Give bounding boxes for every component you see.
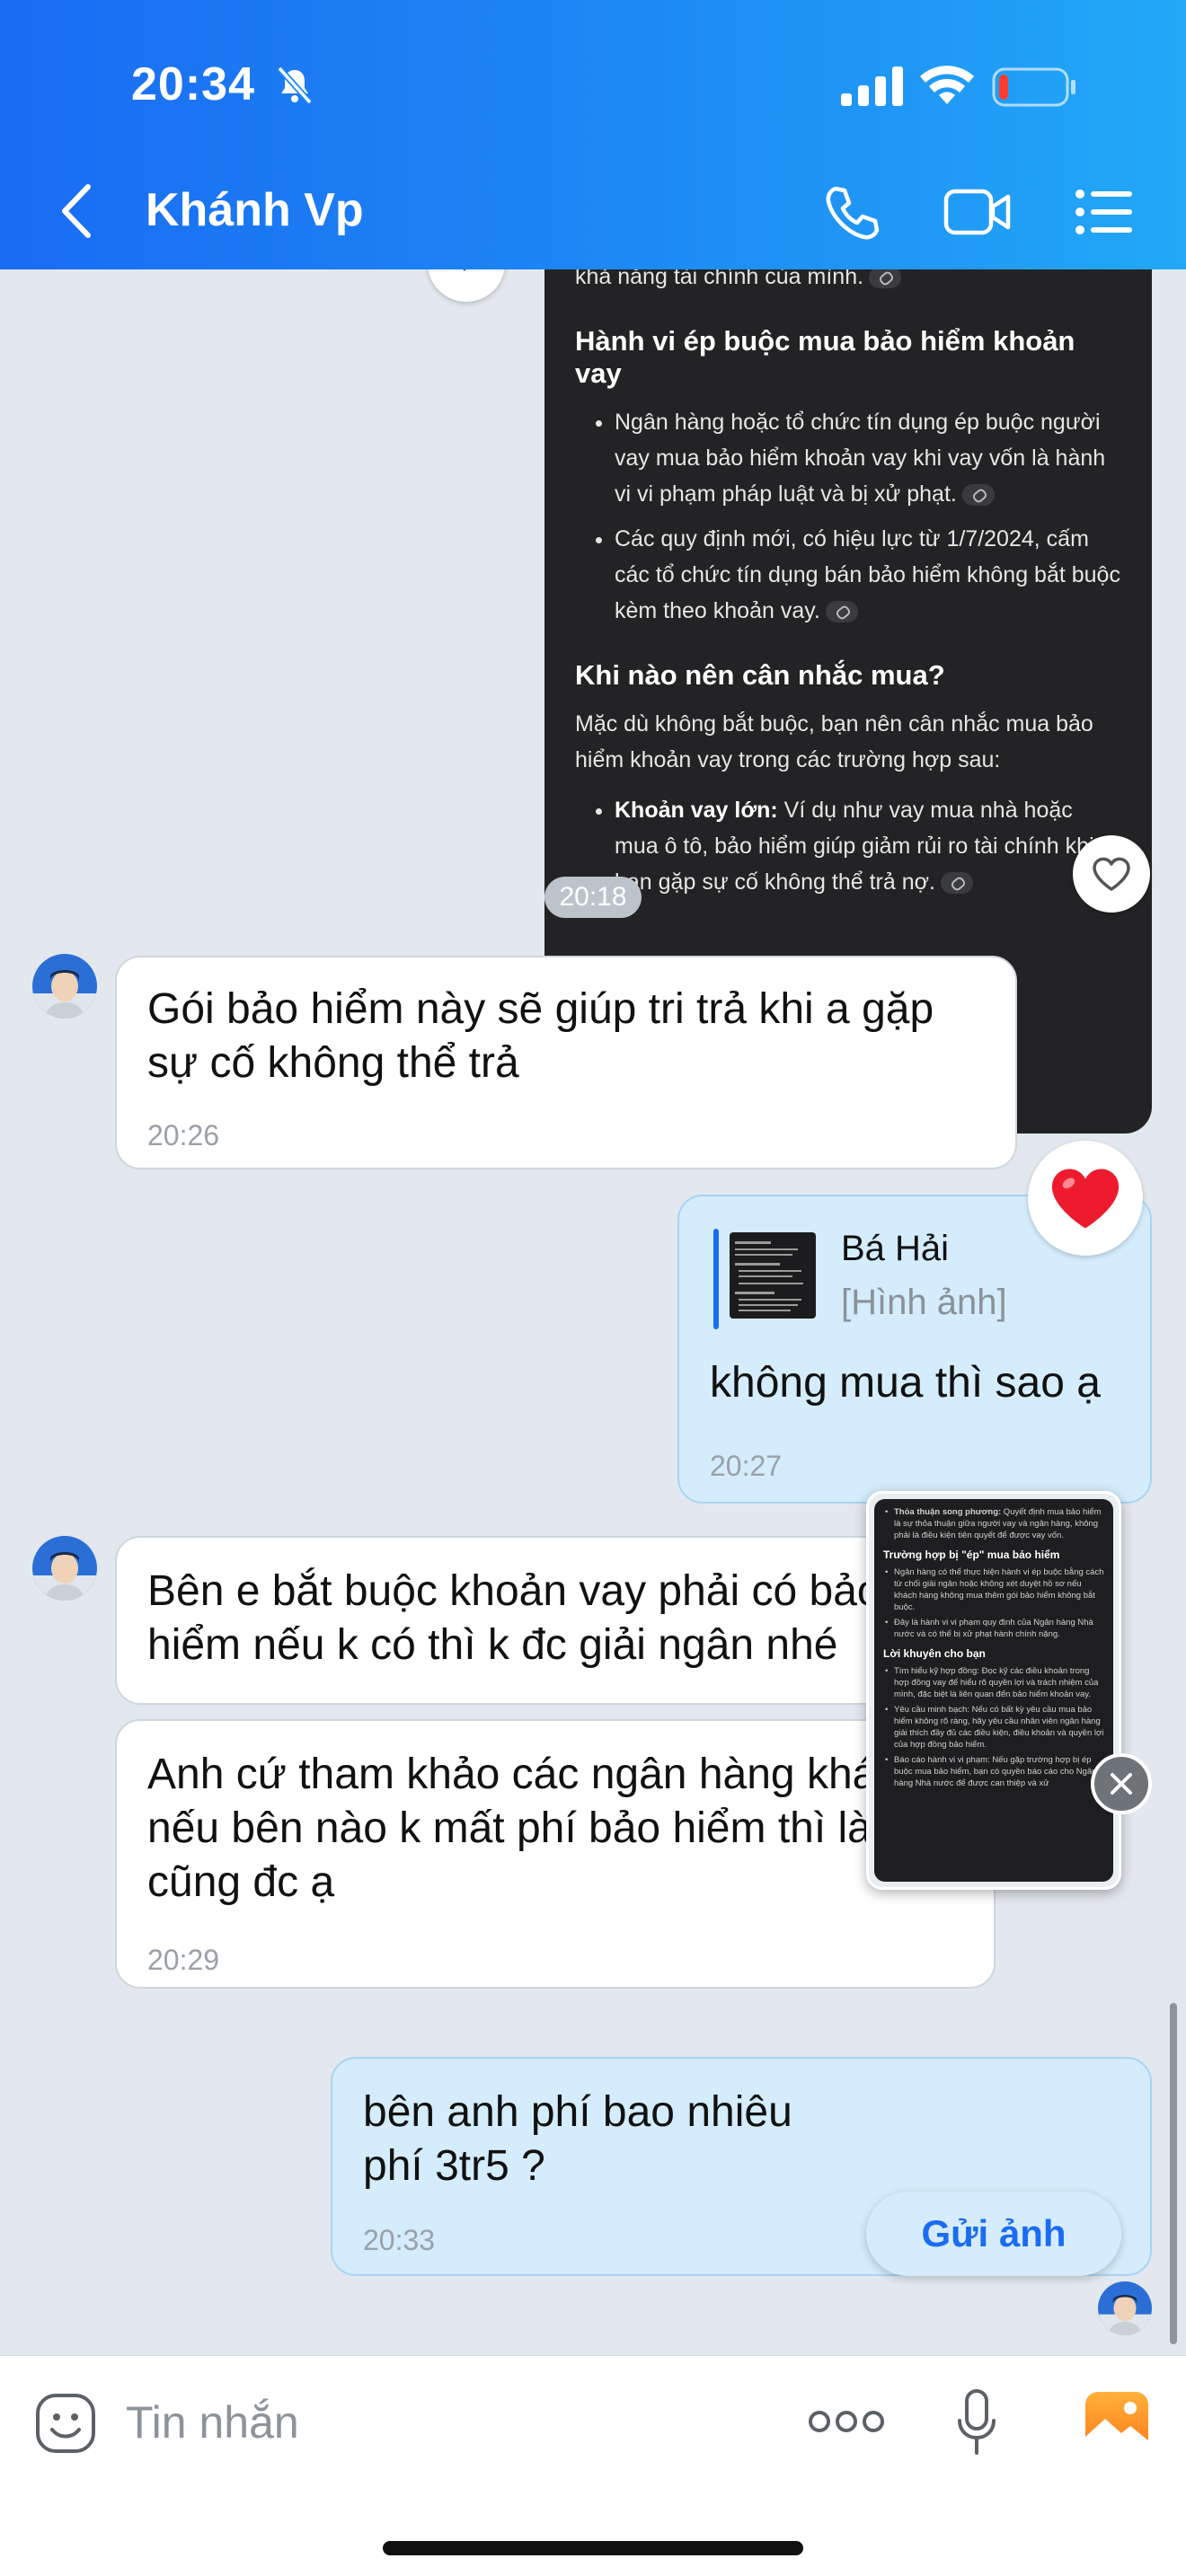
microphone-icon[interactable]: [956, 2388, 997, 2457]
card-section2-title: Khi nào nên cân nhắc mua?: [575, 659, 945, 691]
card-section2-list: Khoản vay lớn: Ví dụ như vay mua nhà hoặ…: [575, 792, 1121, 900]
quote-sender-name: Bá Hải: [841, 1229, 950, 1268]
message-input-bar: [0, 2355, 1186, 2576]
message-input[interactable]: [126, 2385, 755, 2460]
preview-content: Thỏa thuận song phương: Quyết định mua b…: [874, 1499, 1113, 1882]
more-options-icon[interactable]: [809, 2408, 884, 2435]
avatar[interactable]: [32, 954, 97, 1019]
avatar-image: [1098, 2281, 1152, 2335]
message-text: không mua thì sao ạ: [710, 1359, 1101, 1407]
close-icon: [1111, 1773, 1132, 1795]
list-item: Ngân hàng hoặc tổ chức tín dụng ép buộc …: [615, 404, 1121, 512]
battery-icon: [992, 67, 1075, 107]
card-section1-list: Ngân hàng hoặc tổ chức tín dụng ép buộc …: [575, 404, 1121, 629]
message-text: Bên e bắt buộc khoản vay phải có bảo hiể…: [147, 1567, 881, 1669]
link-icon[interactable]: [869, 269, 902, 289]
quote-type-label: [Hình ảnh]: [841, 1283, 1007, 1322]
avatar-image: [32, 1536, 97, 1601]
status-time: 20:34: [131, 58, 255, 110]
scrollbar[interactable]: [1170, 2003, 1177, 2344]
send-image-button[interactable]: Gửi ảnh: [866, 2192, 1121, 2276]
message-time: 20:26: [147, 1119, 220, 1151]
message-bubble-received[interactable]: Gói bảo hiểm này sẽ giúp tri trả khi a g…: [115, 956, 1017, 1169]
heart-outline-icon: [1093, 857, 1130, 891]
link-icon[interactable]: [961, 484, 995, 507]
avatar-image: [32, 954, 97, 1019]
video-call-icon[interactable]: [943, 187, 1012, 237]
phone-call-icon[interactable]: [823, 183, 882, 243]
back-arrow-icon[interactable]: [56, 180, 101, 243]
heart-icon: [1051, 1169, 1120, 1229]
link-icon[interactable]: [940, 872, 973, 895]
list-item: Khoản vay lớn: Ví dụ như vay mua nhà hoặ…: [615, 792, 1121, 900]
home-indicator: [383, 2541, 803, 2555]
card-section1-title: Hành vi ép buộc mua bảo hiểm khoản vay: [575, 325, 1075, 389]
card-section2-intro: Mặc dù không bắt buộc, bạn nên cân nhắc …: [575, 711, 1093, 772]
quote-thumbnail[interactable]: [730, 1232, 816, 1319]
message-text: Anh cứ tham khảo các ngân hàng khác nếu …: [147, 1751, 907, 1906]
heart-reaction[interactable]: [1028, 1141, 1143, 1256]
seen-avatar: [1098, 2281, 1152, 2335]
emoji-sticker-icon[interactable]: [34, 2392, 97, 2455]
reaction-icon: [463, 269, 466, 271]
message-time: 20:27: [710, 1450, 783, 1482]
wifi-icon: [920, 66, 974, 104]
link-icon[interactable]: [825, 601, 858, 623]
message-bubble-received[interactable]: Anh cứ tham khảo các ngân hàng khác nếu …: [115, 1719, 996, 1989]
message-text: Gói bảo hiểm này sẽ giúp tri trả khi a g…: [147, 985, 934, 1087]
like-button[interactable]: [1073, 835, 1150, 913]
image-gallery-icon[interactable]: [1084, 2390, 1150, 2453]
message-time-pill: 20:18: [544, 877, 642, 918]
menu-list-icon[interactable]: [1075, 187, 1134, 237]
quote-thumbnail-image: [735, 1241, 803, 1311]
avatar[interactable]: [32, 1536, 97, 1601]
bell-off-icon: [277, 66, 313, 105]
close-preview-button[interactable]: [1091, 1753, 1152, 1814]
quote-bar: [713, 1229, 719, 1329]
message-time: 20:29: [147, 1944, 220, 1976]
message-text: bên anh phí bao nhiêu phí 3tr5 ?: [363, 2088, 792, 2190]
contact-name[interactable]: Khánh Vp: [146, 183, 364, 237]
message-bubble-received[interactable]: Bên e bắt buộc khoản vay phải có bảo hiể…: [115, 1536, 967, 1705]
reaction-button-top[interactable]: [428, 269, 505, 302]
card-top-fragment: khả năng tài chính của mình.: [575, 269, 864, 289]
screenshot-preview[interactable]: Thỏa thuận song phương: Quyết định mua b…: [866, 1491, 1121, 1890]
chat-header: 20:34 Khánh Vp: [0, 0, 1186, 269]
cellular-signal-icon: [841, 66, 903, 106]
message-time: 20:33: [363, 2224, 436, 2256]
list-item: Các quy định mới, có hiệu lực từ 1/7/202…: [615, 521, 1121, 629]
chat-area[interactable]: khả năng tài chính của mình. Hành vi ép …: [0, 269, 1186, 2355]
